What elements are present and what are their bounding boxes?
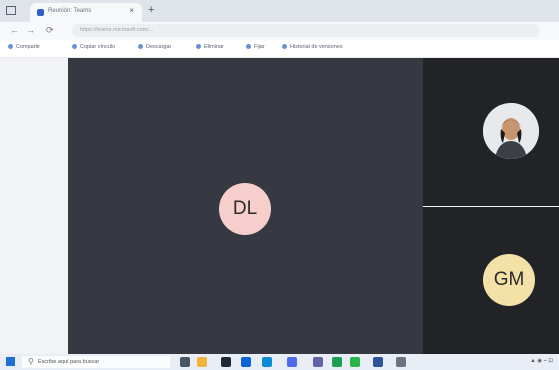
avatar-initials: DL [232, 198, 258, 219]
command-bar: Compartir Copiar vínculo Descargar Elimi… [0, 40, 559, 58]
close-tab-icon[interactable]: × [129, 6, 134, 15]
url-field[interactable]: https://teams.microsoft.com/... [72, 24, 540, 37]
command-version-history[interactable]: Historial de versiones [282, 44, 343, 50]
avatar-initials: GM [493, 269, 525, 290]
spotify-icon[interactable] [350, 357, 360, 367]
system-tray[interactable]: ▲ ◉ ⌁ ⊡ [530, 358, 553, 364]
file-explorer-icon[interactable] [197, 357, 207, 367]
edge-icon[interactable] [262, 357, 272, 367]
browser-tab-strip: Reunión: Teams × + [0, 0, 559, 22]
task-view-icon[interactable] [180, 357, 190, 367]
taskbar-search[interactable]: ⚲ Escribe aquí para buscar [22, 356, 170, 368]
search-icon: ⚲ [28, 357, 34, 366]
teams-favicon-icon [37, 9, 44, 16]
share-icon [8, 44, 13, 49]
download-icon [138, 44, 143, 49]
command-download[interactable]: Descargar [138, 44, 171, 50]
participant-tile[interactable]: GM [423, 207, 559, 354]
teams-icon[interactable] [313, 357, 323, 367]
browser-tab[interactable]: Reunión: Teams × [30, 3, 142, 22]
left-pane [0, 58, 68, 354]
forward-icon[interactable]: → [26, 25, 35, 35]
history-icon [282, 44, 287, 49]
command-copy-link[interactable]: Copiar vínculo [72, 44, 115, 50]
refresh-icon[interactable]: ⟳ [46, 25, 54, 36]
url-text: https://teams.microsoft.com/... [80, 27, 154, 33]
chrome-icon[interactable] [332, 357, 342, 367]
command-share[interactable]: Compartir [8, 44, 40, 50]
window-menu-icon[interactable] [6, 6, 16, 15]
store-icon[interactable] [221, 357, 231, 367]
new-tab-icon[interactable]: + [148, 4, 154, 16]
windows-taskbar: ⚲ Escribe aquí para buscar ▲ ◉ ⌁ ⊡ [0, 354, 559, 370]
address-bar-row: ← → ⟳ https://teams.microsoft.com/... [0, 22, 559, 40]
word-icon[interactable] [373, 357, 383, 367]
delete-icon [196, 44, 201, 49]
settings-icon[interactable] [396, 357, 406, 367]
main-video-stage: DL [68, 58, 423, 354]
participant-tile[interactable] [423, 58, 559, 206]
participant-photo-icon [483, 103, 539, 159]
tab-title: Reunión: Teams [48, 8, 92, 14]
mail-icon[interactable] [241, 357, 251, 367]
link-icon [72, 44, 77, 49]
calendar-icon[interactable] [287, 357, 297, 367]
back-icon[interactable]: ← [10, 25, 19, 35]
start-icon[interactable] [6, 357, 15, 366]
participant-avatar-gm: GM [483, 254, 535, 306]
participant-avatar-dl[interactable]: DL [219, 183, 271, 235]
taskbar-search-placeholder: Escribe aquí para buscar [38, 359, 100, 365]
pin-icon [246, 44, 251, 49]
command-delete[interactable]: Eliminar [196, 44, 224, 50]
command-pin[interactable]: Fijar [246, 44, 265, 50]
